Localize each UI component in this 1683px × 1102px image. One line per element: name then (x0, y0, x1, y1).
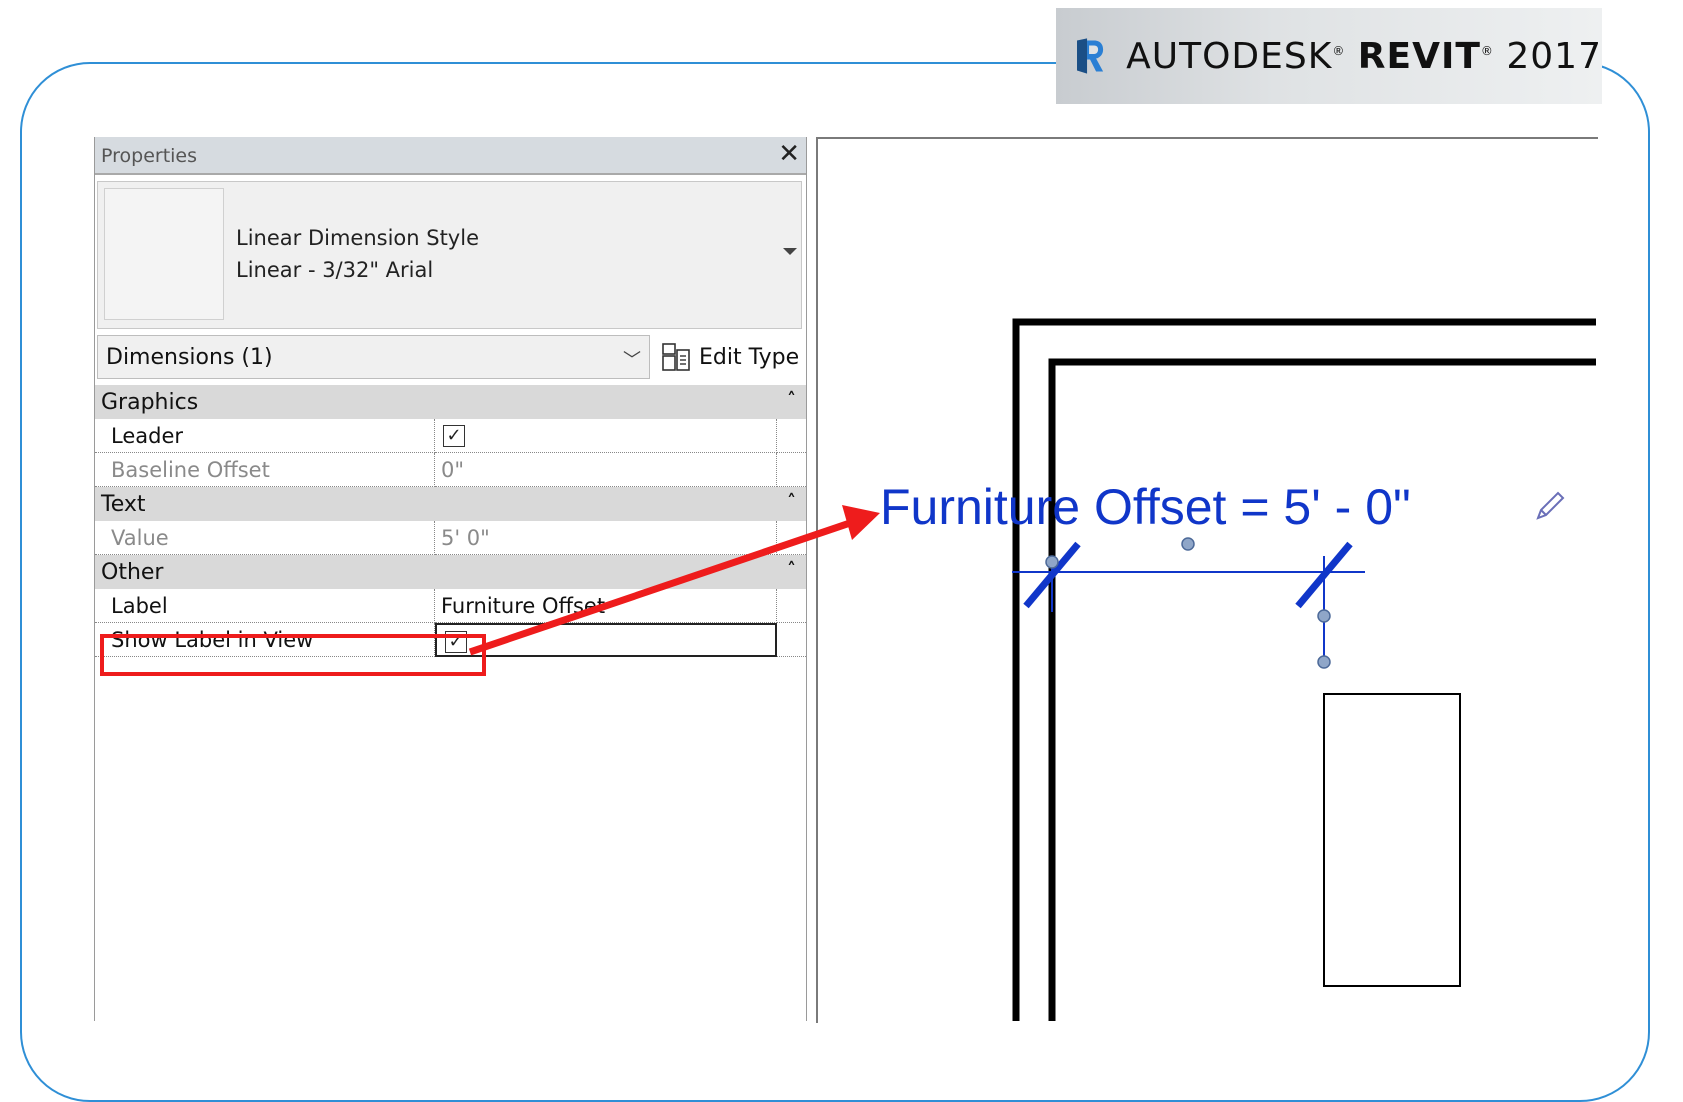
furniture-element (1323, 693, 1461, 987)
annotation-arrow (468, 505, 880, 656)
dimension-graphics (1012, 541, 1365, 662)
pencil-icon[interactable] (1532, 488, 1568, 524)
drawing-overlay (468, 318, 1596, 1021)
wall-lines (1012, 318, 1596, 1021)
dimension-label-text[interactable]: Furniture Offset = 5' - 0" (880, 478, 1411, 536)
dimension-grips (1045, 537, 1331, 669)
